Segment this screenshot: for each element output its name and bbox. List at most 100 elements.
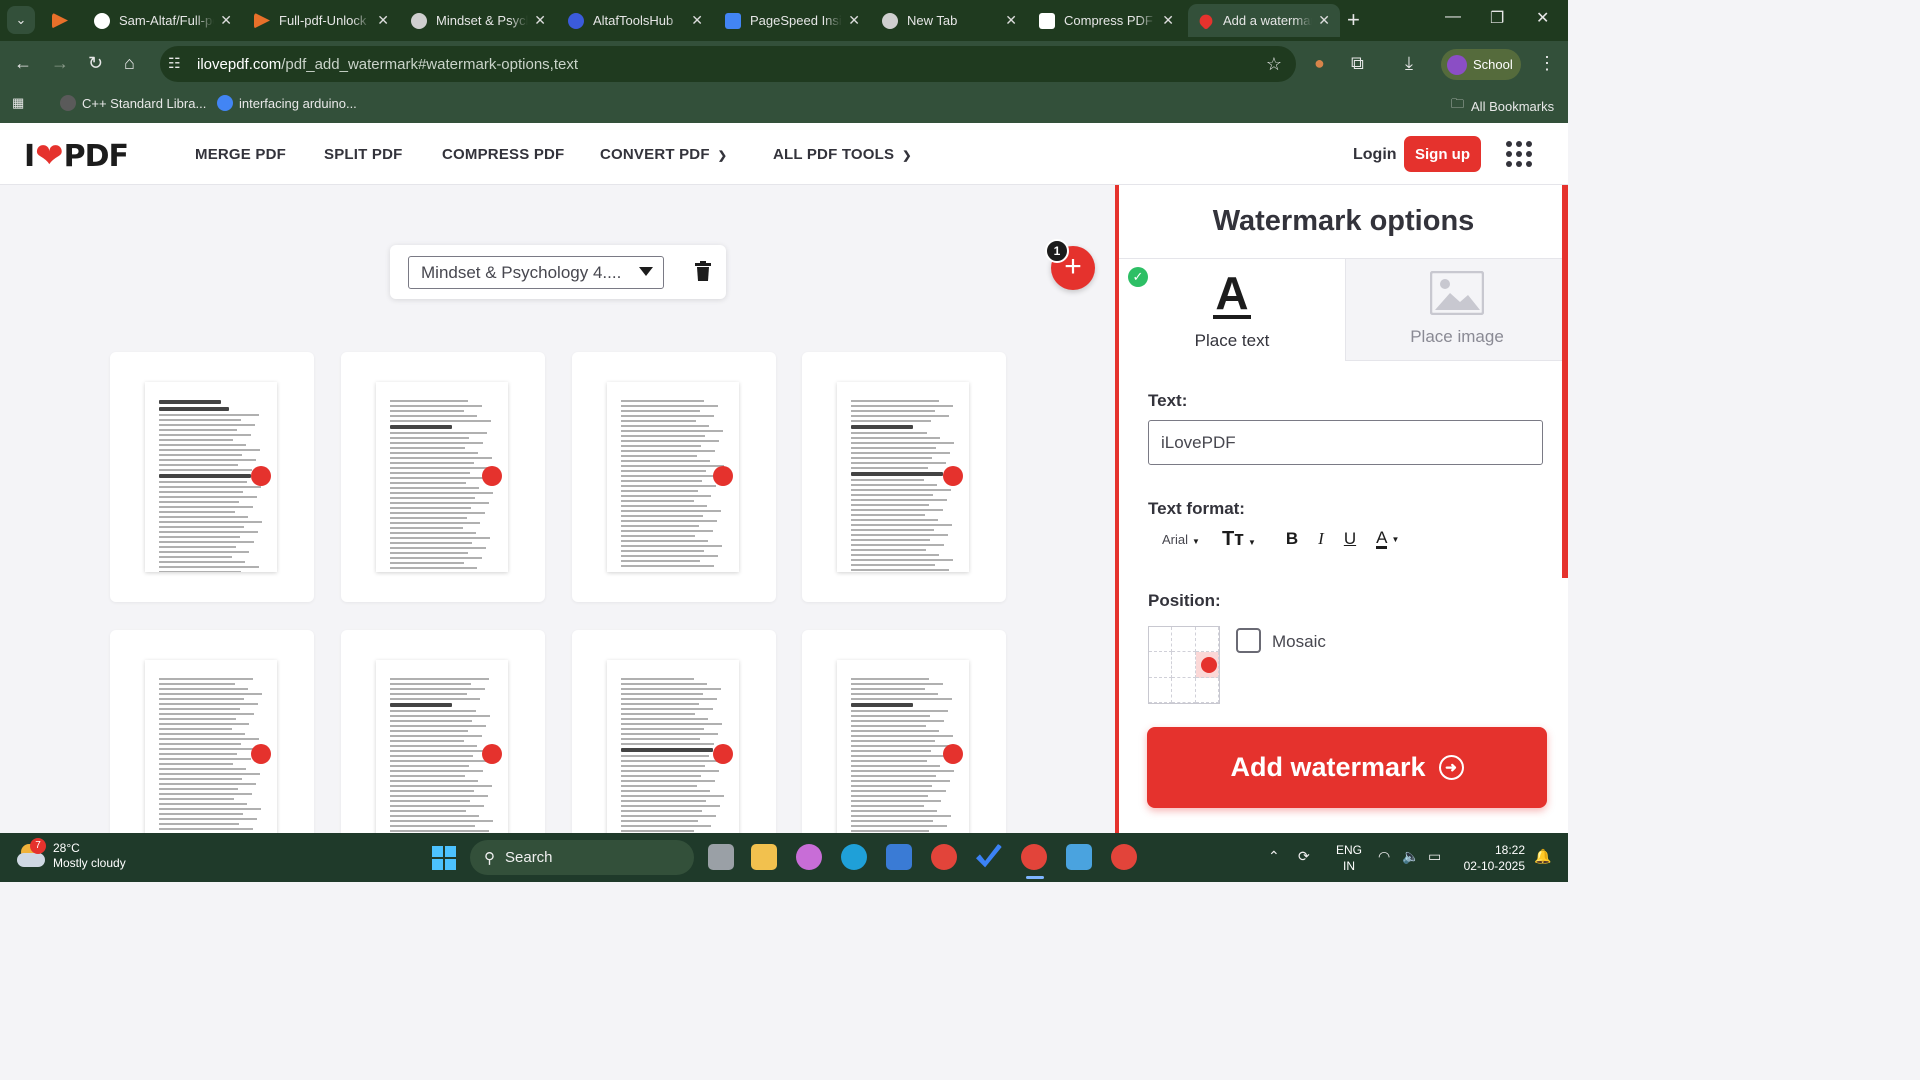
forward-button[interactable]: → [51,53,69,74]
close-icon[interactable]: ✕ [377,12,389,29]
nav-merge-pdf[interactable]: MERGE PDF [195,146,286,163]
todo-icon[interactable] [976,844,1002,868]
position-bottom-left[interactable] [1149,677,1173,703]
chevron-up-icon[interactable]: ⌃ [1268,848,1280,865]
close-icon[interactable]: ✕ [691,12,703,29]
bookmark-arduino[interactable]: interfacing arduino... [217,95,357,111]
volume-icon[interactable]: 🔈 [1402,848,1419,865]
close-icon[interactable]: ✕ [220,12,232,29]
wifi-icon[interactable]: ◠ [1378,848,1390,865]
signup-button[interactable]: Sign up [1404,136,1481,172]
tab-mindset[interactable]: Mindset & Psychology ✕ [401,4,556,37]
apps-grid-icon[interactable] [1506,141,1532,167]
chrome-alt-icon[interactable] [1111,844,1137,870]
nav-compress-pdf[interactable]: COMPRESS PDF [442,146,564,163]
bookmark-cpp[interactable]: C++ Standard Libra... [60,95,206,111]
language-indicator[interactable]: ENG IN [1336,842,1362,874]
reload-button[interactable]: ↻ [88,53,103,74]
file-explorer-icon[interactable] [751,844,777,870]
site-info-icon[interactable]: ☷ [168,55,181,72]
place-text-option[interactable]: ✓ A Place text [1119,259,1345,361]
home-button[interactable]: ⌂ [124,53,135,74]
taskbar-search[interactable]: ⚲ Search [470,840,694,875]
mosaic-checkbox[interactable] [1236,628,1261,653]
system-clock[interactable]: 18:22 02-10-2025 [1460,842,1525,874]
login-link[interactable]: Login [1353,146,1397,164]
profile-button[interactable]: School [1441,49,1521,80]
add-watermark-button[interactable]: Add watermark ➜ [1147,727,1547,808]
font-family-select[interactable]: Arial ▼ [1162,532,1200,547]
tab-github[interactable]: Sam-Altaf/Full-pdf-Unlock ✕ [84,4,242,37]
italic-button[interactable]: I [1318,529,1324,549]
browser-menu-icon[interactable]: ⋮ [1538,53,1556,74]
position-middle-left[interactable] [1149,652,1173,678]
ilovepdf-logo[interactable]: I ❤ PDF [24,136,129,176]
position-bottom-center[interactable] [1172,677,1196,703]
close-icon[interactable]: ✕ [534,12,546,29]
position-bottom-right[interactable] [1195,677,1219,703]
pdf-page-card[interactable] [341,352,545,602]
close-icon[interactable]: ✕ [1318,12,1330,29]
address-bar[interactable]: ☷ ilovepdf.com/pdf_add_watermark#waterma… [160,46,1296,82]
pdf-page-card[interactable] [341,630,545,833]
all-bookmarks[interactable]: 🗀 All Bookmarks [1451,95,1554,117]
tab-altaftoolshub[interactable]: AltafToolsHub ✕ [558,4,713,37]
notification-bell-icon[interactable]: 🔔 [1534,848,1551,865]
url-text[interactable]: ilovepdf.com/pdf_add_watermark#watermark… [197,56,578,73]
position-top-left[interactable] [1149,627,1173,653]
bold-button[interactable]: B [1286,529,1298,549]
nav-split-pdf[interactable]: SPLIT PDF [324,146,402,163]
extensions-icon[interactable]: ⧉ [1351,53,1364,74]
nav-all-pdf-tools[interactable]: ALL PDF TOOLS ❯ [773,146,912,163]
trash-icon[interactable] [694,261,712,281]
pdf-page-card[interactable] [802,630,1006,833]
chrome-icon[interactable] [931,844,957,870]
pdf-page-card[interactable] [110,352,314,602]
font-size-select[interactable]: Tт ▼ [1222,528,1256,551]
watermark-text-input[interactable] [1148,420,1543,465]
close-icon[interactable]: ✕ [1005,12,1017,29]
cookie-extension-icon[interactable]: ● [1314,53,1325,74]
task-view-icon[interactable] [708,844,734,870]
battery-icon[interactable]: ▭ [1428,848,1441,865]
window-close-button[interactable]: ✕ [1536,8,1549,28]
notepad-icon[interactable] [1066,844,1092,870]
chrome-profile-icon[interactable] [1021,844,1047,870]
tab-add-watermark[interactable]: Add a watermark ✕ [1188,4,1340,37]
pdf-page-card[interactable] [110,630,314,833]
download-icon[interactable]: ⤓ [1405,53,1413,74]
font-color-button[interactable]: A [1376,529,1388,549]
weather-widget[interactable]: 7 28°C Mostly cloudy [17,838,126,871]
windows-start-icon[interactable] [432,846,456,870]
position-middle-center[interactable] [1172,652,1196,678]
place-image-option[interactable]: Place image [1345,259,1568,361]
underline-button[interactable]: U [1344,529,1356,549]
file-select-dropdown[interactable]: Mindset & Psychology 4.... [408,256,664,289]
sync-icon[interactable]: ⟳ [1298,848,1310,865]
panel-scrollbar[interactable] [1562,185,1568,578]
position-top-right[interactable] [1195,627,1219,653]
tab-pinned[interactable] [42,4,80,37]
nav-convert-pdf[interactable]: CONVERT PDF ❯ [600,146,727,163]
tab-compress-pdf[interactable]: Compress PDF ✕ [1029,4,1184,37]
caret-down-icon[interactable]: ▼ [1391,535,1399,544]
tab-full-pdf-unlock[interactable]: Full-pdf-Unlock ✕ [244,4,399,37]
close-icon[interactable]: ✕ [1162,12,1174,29]
position-top-center[interactable] [1172,627,1196,653]
back-button[interactable]: ← [14,53,32,74]
tab-search-button[interactable]: ⌄ [7,6,35,34]
bookmark-star-icon[interactable]: ☆ [1266,54,1282,75]
pdf-page-card[interactable] [572,630,776,833]
tab-pagespeed[interactable]: PageSpeed Insights ✕ [715,4,870,37]
copilot-icon[interactable] [796,844,822,870]
position-middle-right[interactable] [1195,652,1219,678]
store-icon[interactable] [886,844,912,870]
close-icon[interactable]: ✕ [848,12,860,29]
apps-icon[interactable]: ▦ [12,95,24,111]
new-tab-button[interactable]: + [1347,8,1360,32]
tab-new-tab[interactable]: New Tab ✕ [872,4,1027,37]
minimize-button[interactable]: — [1445,8,1461,26]
pdf-page-card[interactable] [802,352,1006,602]
maximize-button[interactable]: ❐ [1490,8,1504,28]
pdf-page-card[interactable] [572,352,776,602]
